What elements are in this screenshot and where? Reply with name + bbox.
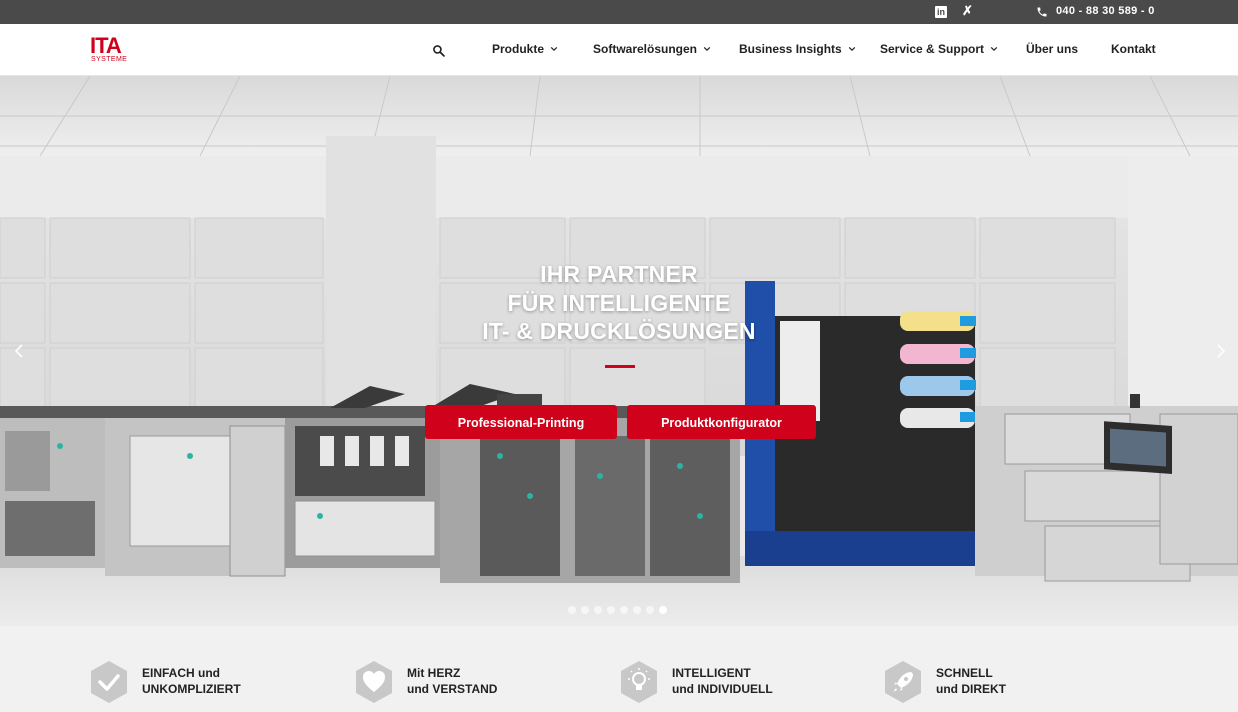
feature-herz: Mit HERZ und VERSTAND: [355, 660, 497, 704]
top-bar: in ✗ 040 - 88 30 589 - 0: [0, 0, 1238, 24]
search-icon[interactable]: [432, 44, 445, 57]
feature-schnell: SCHNELL und DIREKT: [884, 660, 1006, 704]
chevron-down-icon: [990, 46, 998, 52]
nav-service-support[interactable]: Service & Support: [880, 42, 998, 56]
checkmark-icon: [91, 661, 127, 703]
nav-kontakt[interactable]: Kontakt: [1111, 42, 1156, 56]
nav-label: Softwarelösungen: [593, 42, 698, 56]
chevron-down-icon: [703, 46, 711, 52]
slider-dot[interactable]: [607, 606, 615, 614]
slider-dot[interactable]: [568, 606, 576, 614]
chevron-down-icon: [848, 46, 855, 52]
logo-wordmark: ITA: [90, 33, 122, 58]
feature-line: und INDIVIDUELL: [672, 681, 773, 696]
hero-title-line: FÜR INTELLIGENTE: [507, 289, 731, 316]
nav-ueber-uns[interactable]: Über uns: [1026, 42, 1078, 56]
feature-line: UNKOMPLIZIERT: [142, 681, 241, 696]
hero-title: IHR PARTNER FÜR INTELLIGENTE IT- & DRUCK…: [0, 260, 1238, 346]
chevron-left-icon[interactable]: [10, 340, 28, 362]
feature-line: INTELLIGENT: [672, 666, 751, 680]
site-header: ITA SYSTEME Produkte Softwarelösungen Bu…: [0, 24, 1238, 76]
nav-label: Kontakt: [1111, 42, 1156, 56]
nav-softwareloesungen[interactable]: Softwarelösungen: [593, 42, 711, 56]
chevron-right-icon[interactable]: [1212, 340, 1230, 362]
lightbulb-icon: [621, 661, 657, 703]
xing-icon[interactable]: ✗: [962, 4, 973, 18]
nav-produkte[interactable]: Produkte: [492, 42, 558, 56]
hero-slider: IHR PARTNER FÜR INTELLIGENTE IT- & DRUCK…: [0, 76, 1238, 626]
feature-line: EINFACH und: [142, 666, 220, 680]
heart-icon: [356, 661, 392, 703]
feature-line: und VERSTAND: [407, 681, 498, 696]
feature-einfach: EINFACH und UNKOMPLIZIERT: [90, 660, 241, 704]
features-bar: EINFACH und UNKOMPLIZIERT Mit HERZ und V…: [0, 626, 1238, 712]
rocket-icon: [885, 661, 921, 703]
hero-background-image: [0, 76, 1238, 626]
feature-line: SCHNELL: [936, 666, 993, 680]
feature-line: Mit HERZ: [407, 666, 461, 680]
slider-pagination: [568, 606, 667, 614]
slider-dot[interactable]: [646, 606, 654, 614]
nav-business-insights[interactable]: Business Insights: [739, 42, 856, 56]
slider-dot[interactable]: [633, 606, 641, 614]
nav-label: Service & Support: [880, 42, 985, 56]
hero-divider: [605, 365, 635, 368]
hero-title-line: IHR PARTNER: [540, 261, 698, 287]
logo-subtitle: SYSTEME: [91, 56, 128, 63]
slider-dot[interactable]: [620, 606, 628, 614]
phone-icon: [1037, 7, 1047, 17]
professional-printing-button[interactable]: Professional-Printing: [425, 405, 617, 439]
nav-label: Produkte: [492, 42, 545, 56]
slider-dot[interactable]: [659, 606, 667, 614]
phone-number-link[interactable]: 040 - 88 30 589 - 0: [1056, 5, 1155, 17]
ita-logo[interactable]: ITA SYSTEME: [90, 33, 132, 66]
slider-dot[interactable]: [581, 606, 589, 614]
linkedin-icon[interactable]: in: [935, 6, 947, 18]
chevron-down-icon: [550, 46, 558, 52]
nav-label: Business Insights: [739, 42, 842, 56]
feature-line: und DIREKT: [936, 681, 1006, 696]
feature-intelligent: INTELLIGENT und INDIVIDUELL: [620, 660, 773, 704]
produktkonfigurator-button[interactable]: Produktkonfigurator: [627, 405, 816, 439]
hero-title-line: IT- & DRUCKLÖSUNGEN: [482, 318, 756, 344]
nav-label: Über uns: [1026, 42, 1079, 56]
slider-dot[interactable]: [594, 606, 602, 614]
